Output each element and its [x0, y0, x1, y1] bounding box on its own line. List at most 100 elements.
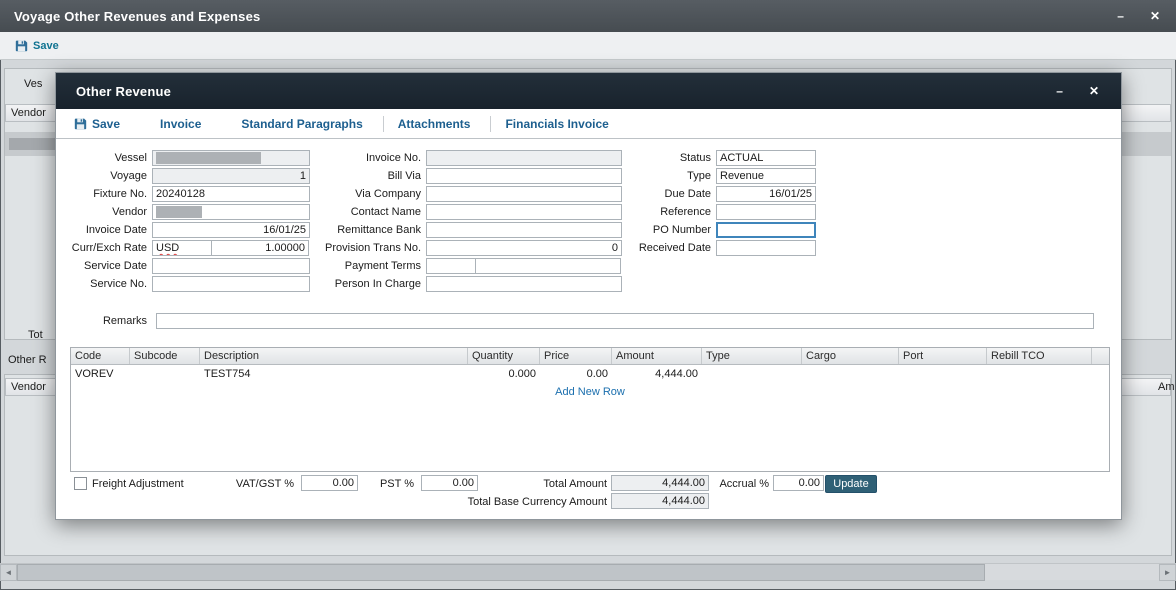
form-row-via-company: Via Company — [298, 186, 622, 202]
form-row-po-number: PO Number — [616, 222, 816, 238]
close-icon[interactable]: ✕ — [1150, 10, 1160, 22]
cell-description[interactable]: TEST754 — [200, 368, 468, 380]
save-icon — [15, 39, 28, 52]
col-subcode[interactable]: Subcode — [130, 348, 200, 364]
dialog-close-icon[interactable]: ✕ — [1089, 85, 1099, 97]
col-type[interactable]: Type — [702, 348, 802, 364]
bg-grid1-vendor-header: Vendor — [6, 107, 46, 119]
cell-quantity[interactable]: 0.000 — [468, 368, 540, 380]
save-icon — [74, 117, 87, 130]
col-price[interactable]: Price — [540, 348, 612, 364]
accrual-input[interactable]: 0.00 — [773, 475, 824, 491]
via-company-label: Via Company — [298, 188, 426, 200]
payment-terms-code-input[interactable] — [426, 258, 476, 274]
invoice-no-input[interactable] — [426, 150, 622, 166]
dialog-minimize-icon[interactable]: – — [1056, 85, 1063, 97]
payment-terms-desc-input[interactable] — [475, 258, 621, 274]
cell-code[interactable]: VOREV — [71, 368, 130, 380]
provision-trans-no-label: Provision Trans No. — [298, 242, 426, 254]
col-amount[interactable]: Amount — [612, 348, 702, 364]
due-date-label: Due Date — [616, 188, 716, 200]
scroll-left-icon[interactable]: ◄ — [0, 564, 17, 581]
form-row-voyage: Voyage 1 — [58, 168, 310, 184]
update-button[interactable]: Update — [825, 475, 877, 493]
bill-via-input[interactable] — [426, 168, 622, 184]
bill-via-label: Bill Via — [298, 170, 426, 182]
status-input[interactable]: ACTUAL — [716, 150, 816, 166]
col-code[interactable]: Code — [71, 348, 130, 364]
table-row[interactable]: VOREV TEST754 0.000 0.00 4,444.00 — [71, 365, 1109, 383]
col-port[interactable]: Port — [899, 348, 987, 364]
cell-amount[interactable]: 4,444.00 — [612, 368, 702, 380]
col-cargo[interactable]: Cargo — [802, 348, 899, 364]
dialog-save-button[interactable]: Save — [74, 117, 140, 131]
scroll-right-icon[interactable]: ► — [1159, 564, 1176, 581]
exchange-rate-input[interactable]: 1.00000 — [211, 240, 309, 256]
col-rebill-tco[interactable]: Rebill TCO — [987, 348, 1092, 364]
bg-total-label: Tot — [28, 329, 43, 341]
attachments-button[interactable]: Attachments — [384, 117, 491, 131]
add-new-row-link[interactable]: Add New Row — [555, 386, 625, 398]
pst-input[interactable]: 0.00 — [421, 475, 478, 491]
due-date-input[interactable]: 16/01/25 — [716, 186, 816, 202]
col-quantity[interactable]: Quantity — [468, 348, 540, 364]
form-column-left: Vessel Voyage 1 Fixture No. 20240128 Ven… — [58, 150, 310, 294]
freight-adjustment-checkbox[interactable] — [74, 477, 87, 490]
invoice-no-label: Invoice No. — [298, 152, 426, 164]
table-header: Code Subcode Description Quantity Price … — [71, 348, 1109, 365]
form-row-contact-name: Contact Name — [298, 204, 622, 220]
main-window-titlebar: Voyage Other Revenues and Expenses – ✕ — [0, 0, 1176, 32]
via-company-input[interactable] — [426, 186, 622, 202]
horizontal-scrollbar[interactable]: ◄ ► — [0, 563, 1176, 580]
form-row-payment-terms: Payment Terms — [298, 258, 622, 274]
remittance-bank-label: Remittance Bank — [298, 224, 426, 236]
form-column-middle: Invoice No. Bill Via Via Company Contact… — [298, 150, 622, 294]
reference-label: Reference — [616, 206, 716, 218]
currency-input[interactable]: USD — [152, 240, 212, 256]
form-row-provision-trans-no: Provision Trans No. 0 — [298, 240, 622, 256]
vessel-input[interactable] — [152, 150, 310, 166]
main-save-button[interactable]: Save — [33, 40, 59, 52]
status-label: Status — [616, 152, 716, 164]
accrual-label: Accrual % — [706, 478, 769, 490]
scrollbar-thumb[interactable] — [17, 564, 985, 581]
voyage-input[interactable]: 1 — [152, 168, 310, 184]
form-column-right: Status ACTUAL Type Revenue Due Date 16/0… — [616, 150, 816, 258]
remarks-input[interactable] — [156, 313, 1094, 329]
service-no-input[interactable] — [152, 276, 310, 292]
vendor-input[interactable] — [152, 204, 310, 220]
contact-name-label: Contact Name — [298, 206, 426, 218]
type-label: Type — [616, 170, 716, 182]
person-in-charge-input[interactable] — [426, 276, 622, 292]
financials-invoice-button[interactable]: Financials Invoice — [491, 117, 628, 131]
standard-paragraphs-button[interactable]: Standard Paragraphs — [221, 117, 382, 131]
form-row-service-date: Service Date — [58, 258, 310, 274]
vat-gst-input[interactable]: 0.00 — [301, 475, 358, 491]
type-input[interactable]: Revenue — [716, 168, 816, 184]
form-row-fixture-no: Fixture No. 20240128 — [58, 186, 310, 202]
received-date-input[interactable] — [716, 240, 816, 256]
form-row-status: Status ACTUAL — [616, 150, 816, 166]
form-row-curr-exch-rate: Curr/Exch Rate USD 1.00000 — [58, 240, 310, 256]
invoice-button[interactable]: Invoice — [140, 117, 221, 131]
remarks-label: Remarks — [58, 315, 152, 327]
remittance-bank-input[interactable] — [426, 222, 622, 238]
person-in-charge-label: Person In Charge — [298, 278, 426, 290]
service-date-input[interactable] — [152, 258, 310, 274]
voyage-label: Voyage — [58, 170, 152, 182]
redacted-value — [156, 206, 202, 218]
col-description[interactable]: Description — [200, 348, 468, 364]
line-items-table: Code Subcode Description Quantity Price … — [70, 347, 1110, 472]
vendor-label: Vendor — [58, 206, 152, 218]
freight-adjustment-label: Freight Adjustment — [92, 478, 184, 490]
minimize-icon[interactable]: – — [1117, 10, 1124, 22]
contact-name-input[interactable] — [426, 204, 622, 220]
form-row-vendor: Vendor — [58, 204, 310, 220]
cell-price[interactable]: 0.00 — [540, 368, 612, 380]
invoice-date-input[interactable]: 16/01/25 — [152, 222, 310, 238]
po-number-input[interactable] — [716, 222, 816, 238]
bg-grid2-amount-header: Am — [1158, 381, 1175, 393]
reference-input[interactable] — [716, 204, 816, 220]
provision-trans-no-input[interactable]: 0 — [426, 240, 622, 256]
fixture-no-input[interactable]: 20240128 — [152, 186, 310, 202]
